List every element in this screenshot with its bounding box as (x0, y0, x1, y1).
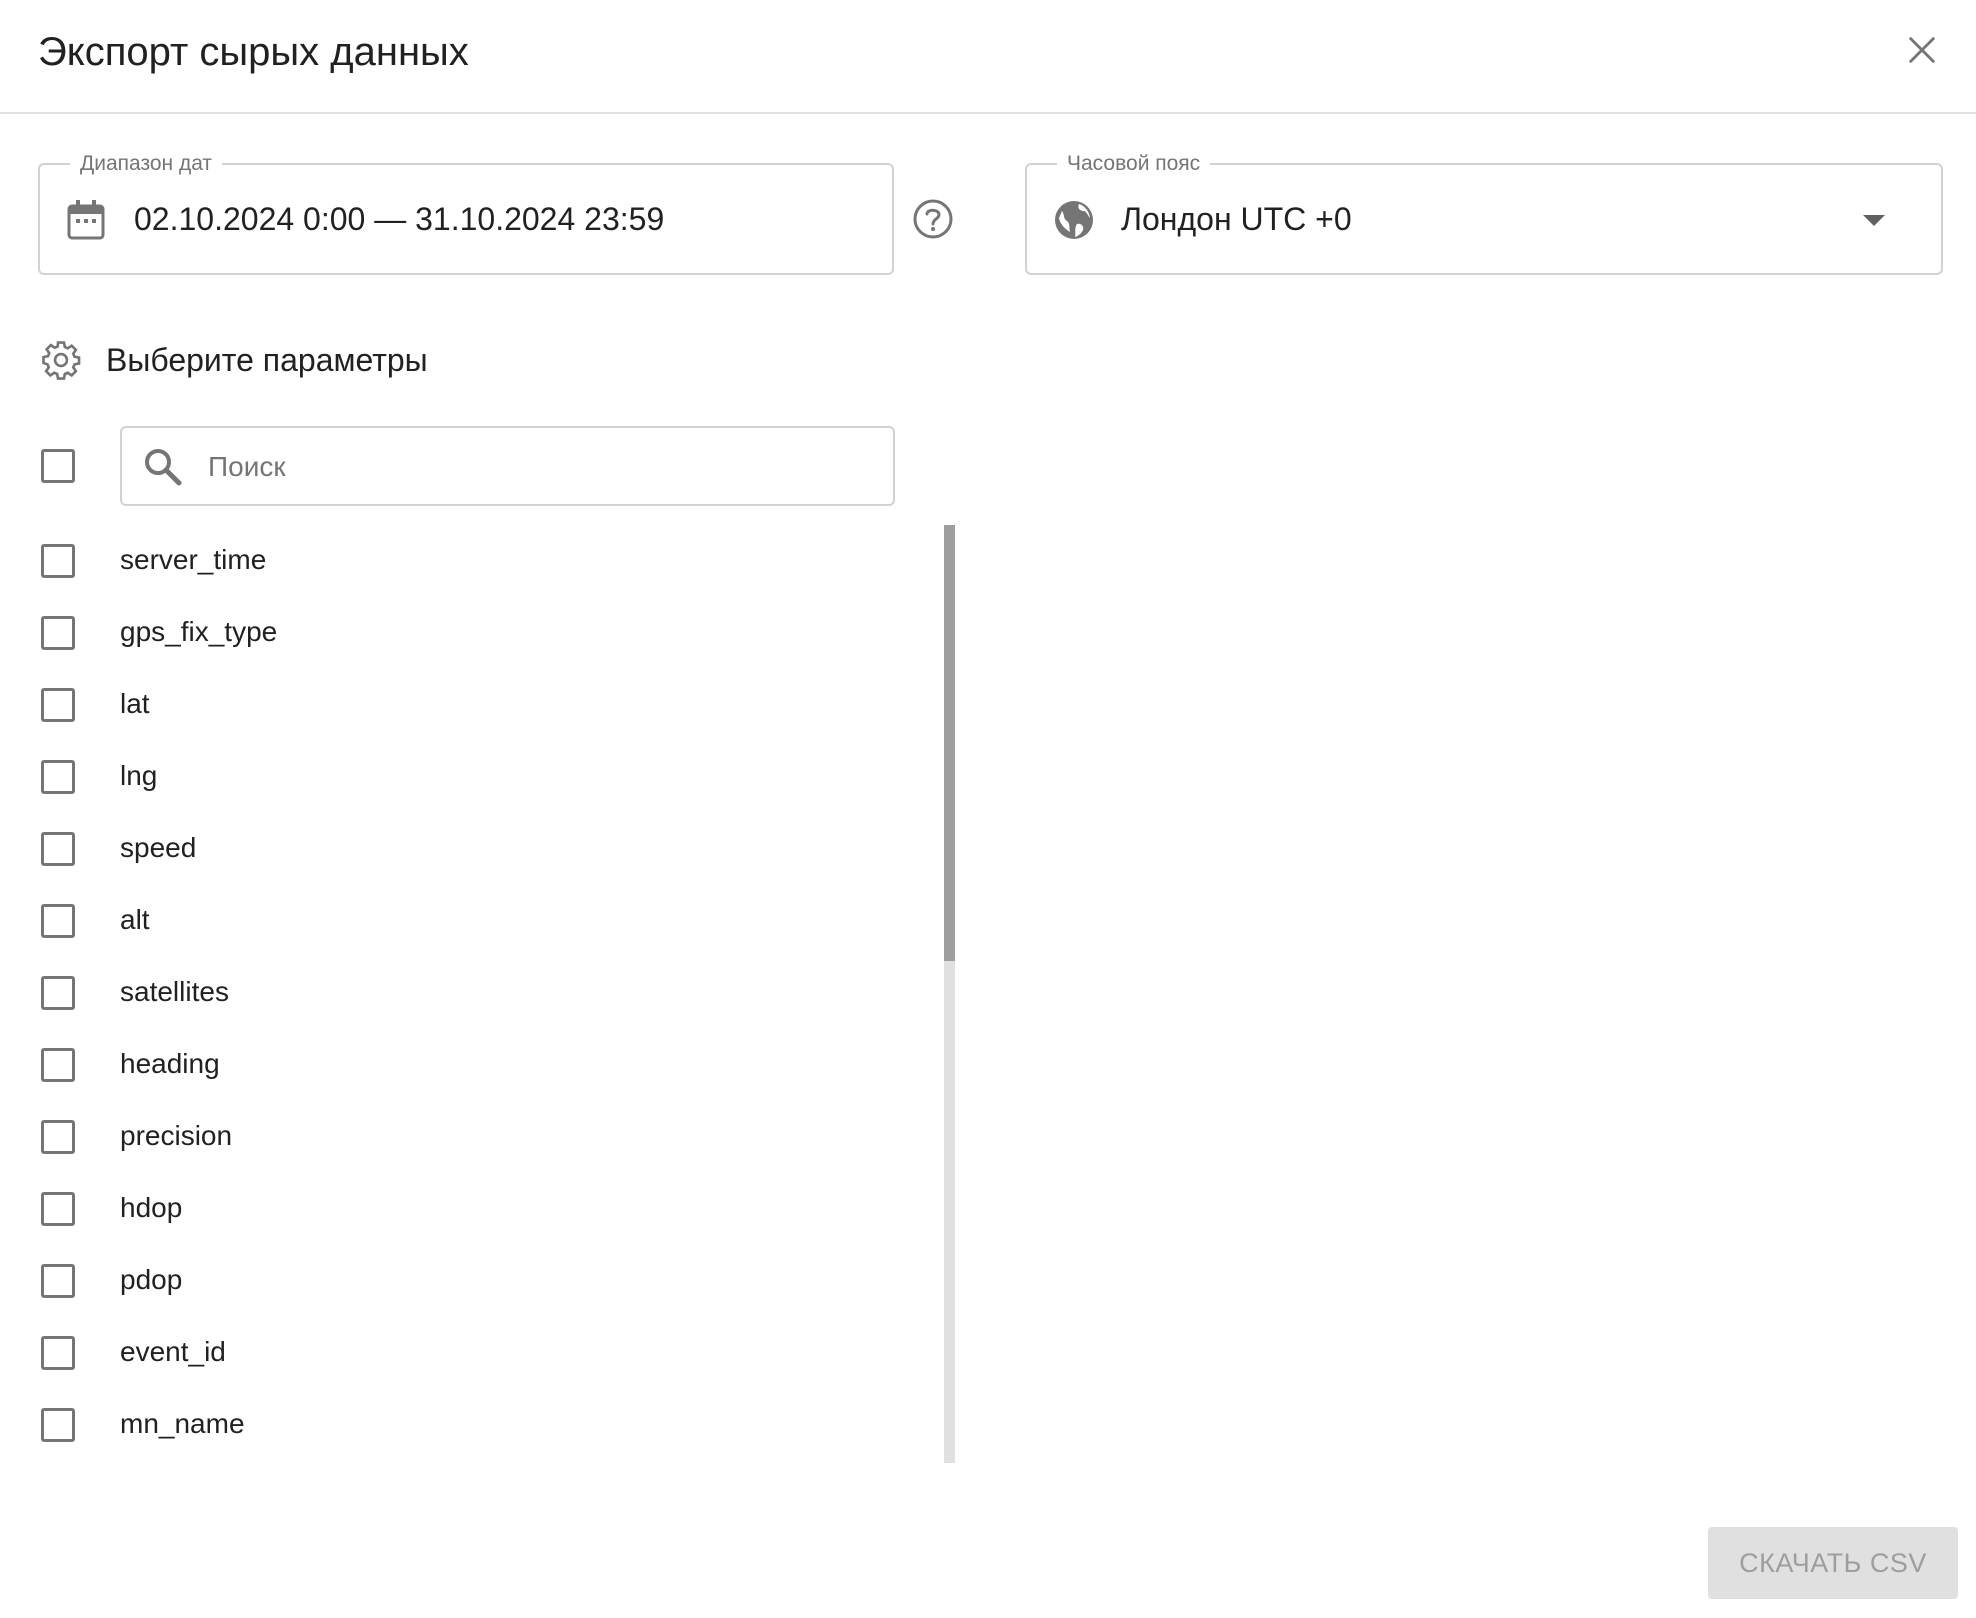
param-checkbox[interactable] (41, 1120, 75, 1154)
scrollbar-thumb[interactable] (944, 525, 955, 961)
param-label: lng (120, 760, 158, 791)
param-row[interactable]: gps_fix_type (0, 597, 940, 669)
date-range-value: 02.10.2024 0:00 — 31.10.2024 23:59 (134, 201, 665, 237)
param-row[interactable]: alt (0, 885, 940, 957)
param-checkbox[interactable] (41, 1264, 75, 1298)
param-label: hdop (120, 1192, 183, 1223)
param-label: heading (120, 1048, 220, 1079)
param-row[interactable]: lng (0, 741, 940, 813)
param-checkbox[interactable] (41, 832, 75, 866)
param-row[interactable]: heading (0, 1029, 940, 1101)
param-checkbox[interactable] (41, 904, 75, 938)
param-label: precision (120, 1120, 233, 1151)
timezone-label: Часовой пояс (1057, 152, 1211, 176)
help-circle-icon[interactable] (912, 198, 954, 240)
param-label: speed (120, 832, 197, 863)
param-row[interactable]: server_time (0, 525, 940, 597)
dialog-header: Экспорт сырых данных (0, 0, 1976, 114)
param-label: alt (120, 904, 150, 935)
param-checkbox[interactable] (41, 688, 75, 722)
close-icon (1909, 37, 1935, 63)
param-checkbox[interactable] (41, 1048, 75, 1082)
param-label: server_time (120, 544, 267, 575)
param-checkbox[interactable] (41, 544, 75, 578)
param-row[interactable]: hdop (0, 1173, 940, 1245)
param-label: event_id (120, 1336, 226, 1367)
param-row[interactable]: precision (0, 1101, 940, 1173)
param-checkbox[interactable] (41, 1192, 75, 1226)
params-header: Выберите параметры (40, 338, 428, 382)
param-checkbox[interactable] (41, 760, 75, 794)
param-row[interactable]: event_id (0, 1317, 940, 1389)
caret-down-icon (1863, 215, 1885, 226)
param-label: lat (120, 688, 150, 719)
download-csv-button[interactable]: Скачать CSV (1708, 1527, 1958, 1599)
close-button[interactable] (1894, 22, 1950, 78)
param-row[interactable]: satellites (0, 957, 940, 1029)
param-checkbox[interactable] (41, 976, 75, 1010)
param-label: pdop (120, 1264, 183, 1295)
param-label: satellites (120, 976, 229, 1007)
search-input[interactable] (206, 440, 870, 494)
param-row[interactable]: mn_name (0, 1389, 940, 1461)
params-heading: Выберите параметры (106, 341, 428, 378)
param-row[interactable]: speed (0, 813, 940, 885)
globe-icon (1055, 201, 1093, 239)
timezone-select[interactable]: Часовой пояс Лондон UTC +0 (1025, 152, 1943, 275)
select-all-checkbox[interactable] (41, 449, 75, 483)
calendar-icon (67, 200, 105, 240)
param-row[interactable]: lat (0, 669, 940, 741)
param-row[interactable]: pdop (0, 1245, 940, 1317)
dialog-title: Экспорт сырых данных (38, 30, 469, 74)
search-icon (145, 449, 182, 486)
search-box[interactable] (120, 426, 895, 506)
param-label: gps_fix_type (120, 616, 278, 647)
gear-icon (42, 341, 81, 380)
param-checkbox[interactable] (41, 616, 75, 650)
timezone-value: Лондон UTC +0 (1121, 201, 1352, 237)
param-checkbox[interactable] (41, 1408, 75, 1442)
param-label: mn_name (120, 1408, 245, 1439)
date-range-label: Диапазон дат (70, 152, 223, 176)
params-list: server_time gps_fix_type lat lng speed a… (0, 525, 940, 1463)
param-checkbox[interactable] (41, 1336, 75, 1370)
date-range-field[interactable]: Диапазон дат 02.10.2024 0:00 — 31.10.202… (38, 152, 894, 275)
list-scrollbar[interactable] (944, 525, 955, 1463)
